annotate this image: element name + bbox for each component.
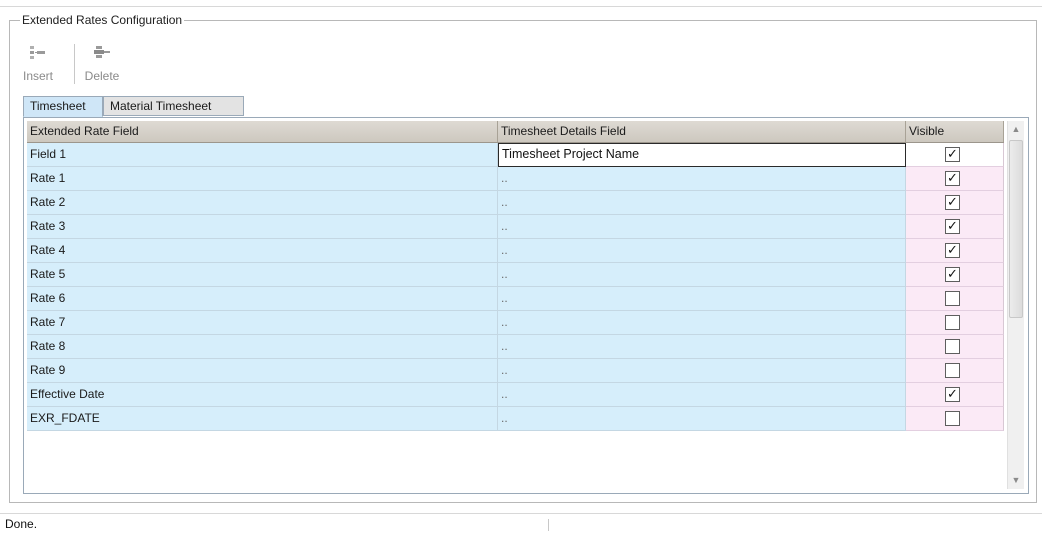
visible-cell [906, 335, 1004, 359]
timesheet-details-field-cell[interactable]: .. [498, 287, 906, 311]
insert-button[interactable]: Insert [18, 42, 58, 86]
top-divider [0, 6, 1042, 7]
timesheet-details-field-cell[interactable]: .. [498, 311, 906, 335]
visible-checkbox[interactable] [945, 339, 960, 354]
column-header-extended-rate-field[interactable]: Extended Rate Field [27, 121, 498, 142]
visible-cell: ✓ [906, 191, 1004, 215]
timesheet-details-field-cell[interactable]: .. [498, 215, 906, 239]
extended-rate-field-cell[interactable]: Effective Date [27, 383, 498, 407]
vertical-scrollbar[interactable]: ▲ ▼ [1007, 121, 1024, 489]
insert-label: Insert [22, 69, 53, 83]
visible-checkbox[interactable] [945, 411, 960, 426]
column-header-timesheet-details-field[interactable]: Timesheet Details Field [498, 121, 906, 142]
timesheet-details-field-cell[interactable]: .. [498, 263, 906, 287]
visible-checkbox[interactable]: ✓ [945, 387, 960, 402]
insert-row-icon [30, 46, 45, 59]
extended-rate-field-cell[interactable]: Rate 8 [27, 335, 498, 359]
table-row[interactable]: Rate 7.. [27, 311, 1004, 335]
extended-rate-field-cell[interactable]: Rate 5 [27, 263, 498, 287]
extended-rate-field-cell[interactable]: Rate 1 [27, 167, 498, 191]
delete-label: Delete [84, 69, 120, 83]
table-row[interactable]: EXR_FDATE.. [27, 407, 1004, 431]
extended-rate-field-cell[interactable]: Field 1 [27, 143, 498, 167]
scroll-down-icon[interactable]: ▼ [1008, 472, 1024, 489]
extended-rate-field-cell[interactable]: Rate 4 [27, 239, 498, 263]
visible-checkbox[interactable]: ✓ [945, 243, 960, 258]
status-text: Done. [5, 517, 38, 531]
visible-cell: ✓ [906, 383, 1004, 407]
timesheet-details-field-cell[interactable]: .. [498, 167, 906, 191]
status-separator [548, 519, 549, 531]
timesheet-details-field-cell[interactable]: .. [498, 383, 906, 407]
visible-checkbox[interactable] [945, 315, 960, 330]
timesheet-details-field-editor[interactable]: Timesheet Project Name [498, 143, 906, 167]
groupbox-title: Extended Rates Configuration [20, 13, 185, 27]
table-row[interactable]: Field 1 Timesheet Project Name ✓ [27, 143, 1004, 167]
visible-cell: ✓ [906, 215, 1004, 239]
extended-rate-field-cell[interactable]: Rate 6 [27, 287, 498, 311]
grid-header: Extended Rate Field Timesheet Details Fi… [27, 121, 1004, 143]
status-bar: Done. [0, 513, 1042, 534]
visible-checkbox[interactable]: ✓ [945, 267, 960, 282]
visible-cell: ✓ [906, 263, 1004, 287]
visible-cell [906, 407, 1004, 431]
visible-cell: ✓ [906, 167, 1004, 191]
visible-checkbox[interactable]: ✓ [945, 171, 960, 186]
visible-cell [906, 287, 1004, 311]
tab-material-timesheet[interactable]: Material Timesheet [103, 96, 244, 116]
table-row[interactable]: Rate 1.. ✓ [27, 167, 1004, 191]
table-row[interactable]: Rate 5.. ✓ [27, 263, 1004, 287]
timesheet-details-field-cell[interactable]: .. [498, 407, 906, 431]
toolbar-separator [74, 44, 75, 84]
visible-checkbox[interactable]: ✓ [945, 147, 960, 162]
visible-checkbox[interactable]: ✓ [945, 219, 960, 234]
timesheet-details-field-cell[interactable]: .. [498, 239, 906, 263]
delete-button[interactable]: Delete [80, 42, 124, 86]
extended-rate-field-cell[interactable]: Rate 7 [27, 311, 498, 335]
table-row[interactable]: Rate 9.. [27, 359, 1004, 383]
timesheet-details-field-cell[interactable]: .. [498, 359, 906, 383]
grid-viewport: Extended Rate Field Timesheet Details Fi… [27, 121, 1007, 489]
extended-rate-field-cell[interactable]: Rate 2 [27, 191, 498, 215]
extended-rate-field-cell[interactable]: Rate 9 [27, 359, 498, 383]
visible-checkbox[interactable]: ✓ [945, 195, 960, 210]
visible-cell [906, 311, 1004, 335]
visible-cell [906, 359, 1004, 383]
table-row[interactable]: Effective Date.. ✓ [27, 383, 1004, 407]
scroll-thumb[interactable] [1009, 140, 1023, 318]
visible-checkbox[interactable] [945, 363, 960, 378]
extended-rate-field-cell[interactable]: Rate 3 [27, 215, 498, 239]
rates-grid: Extended Rate Field Timesheet Details Fi… [23, 117, 1029, 494]
visible-checkbox[interactable] [945, 291, 960, 306]
delete-row-icon [94, 46, 110, 58]
table-row[interactable]: Rate 3.. ✓ [27, 215, 1004, 239]
table-row[interactable]: Rate 2.. ✓ [27, 191, 1004, 215]
timesheet-details-field-cell[interactable]: .. [498, 335, 906, 359]
table-row[interactable]: Rate 6.. [27, 287, 1004, 311]
scroll-up-icon[interactable]: ▲ [1008, 121, 1024, 138]
timesheet-details-field-cell[interactable]: .. [498, 191, 906, 215]
table-row[interactable]: Rate 8.. [27, 335, 1004, 359]
column-header-visible[interactable]: Visible [906, 121, 1004, 142]
visible-cell: ✓ [906, 143, 1004, 167]
extended-rate-field-cell[interactable]: EXR_FDATE [27, 407, 498, 431]
visible-cell: ✓ [906, 239, 1004, 263]
table-row[interactable]: Rate 4.. ✓ [27, 239, 1004, 263]
tab-timesheet[interactable]: Timesheet [23, 96, 103, 117]
